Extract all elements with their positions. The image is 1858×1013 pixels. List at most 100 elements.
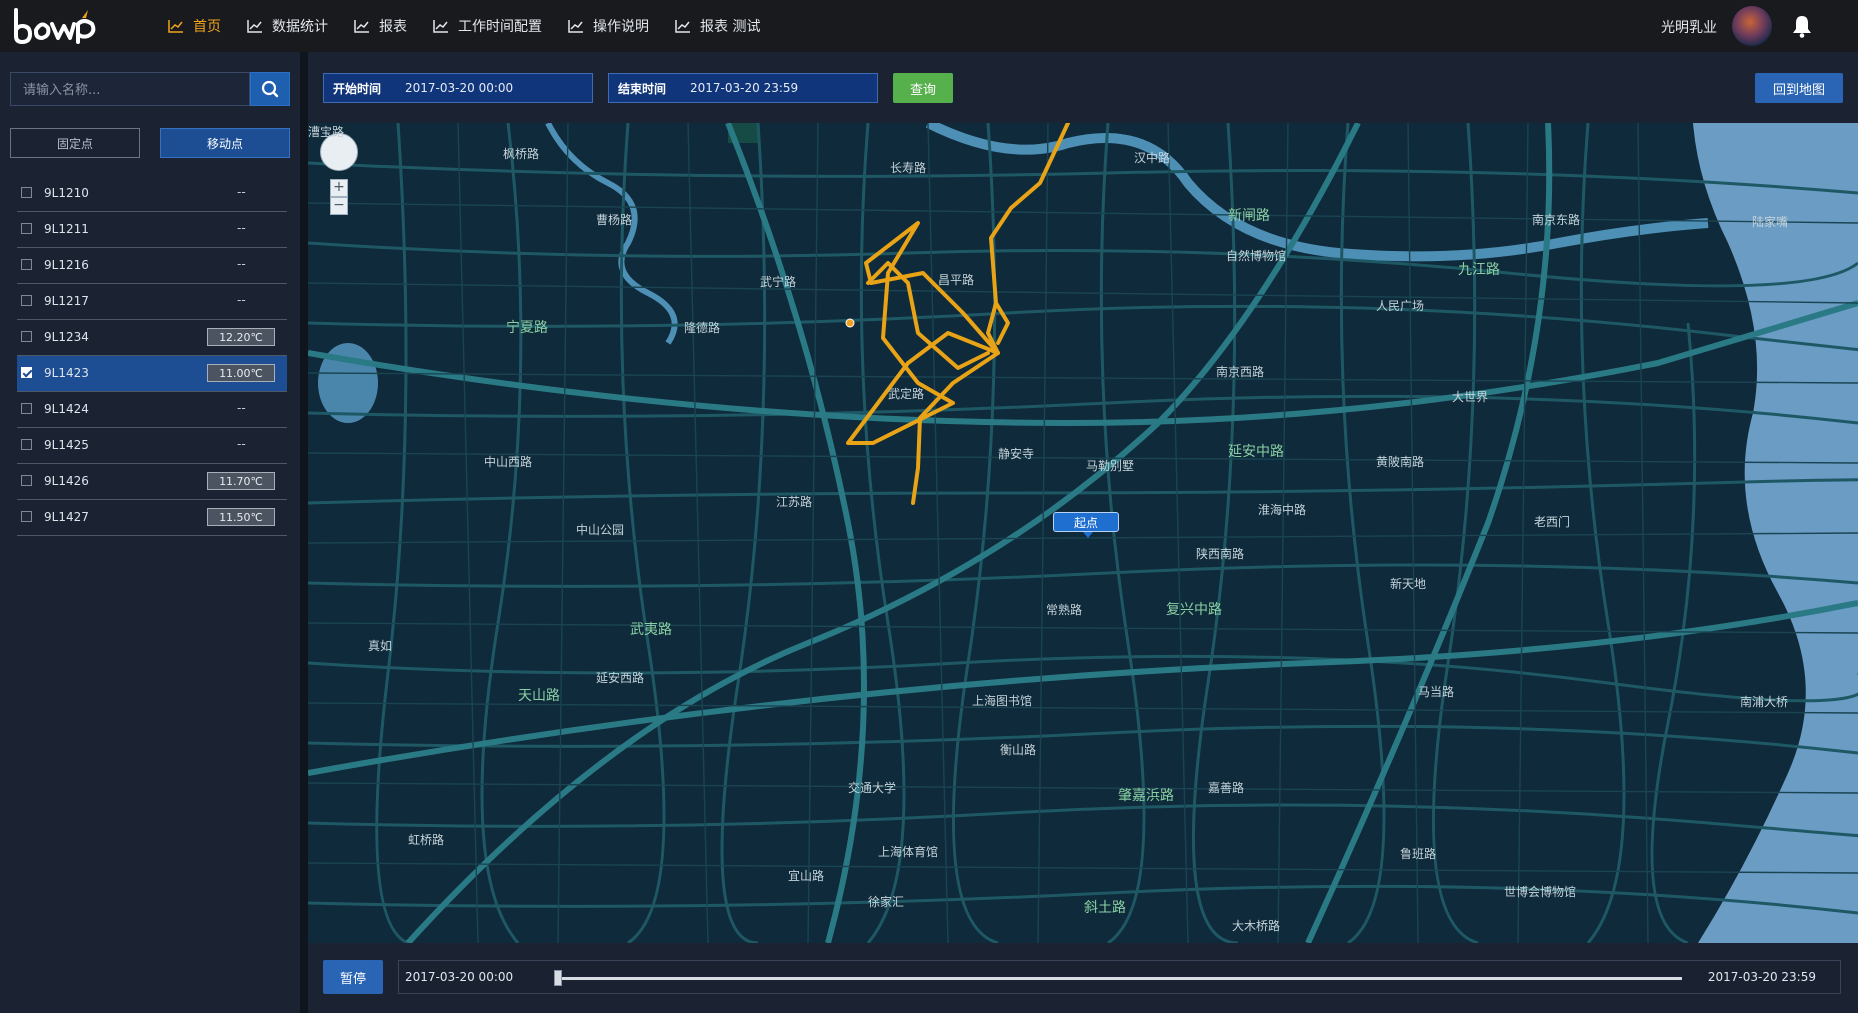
end-time-field[interactable]: 结束时间 2017-03-20 23:59 <box>608 73 878 103</box>
line-chart-icon <box>168 20 183 33</box>
timeline-end: 2017-03-20 23:59 <box>1707 970 1816 984</box>
nav-label: 首页 <box>193 19 221 35</box>
list-item[interactable]: 9L1427 11.50℃ <box>17 500 287 536</box>
map-label: 自然博物馆 <box>1226 249 1287 263</box>
map-label: 陆家嘴 <box>1752 215 1789 229</box>
query-button[interactable]: 查询 <box>893 73 953 103</box>
checkbox[interactable] <box>21 511 32 522</box>
start-time-label: 开始时间 <box>333 81 382 96</box>
checkbox-checked[interactable] <box>21 367 32 378</box>
avatar[interactable] <box>1732 6 1772 46</box>
map-label: 衡山路 <box>1000 743 1037 757</box>
top-navbar: 首页 数据统计 报表 工作时间配置 操作说明 报表 测试 光明乳业 <box>0 0 1858 52</box>
list-item[interactable]: 9L1217 -- <box>17 284 287 320</box>
item-id: 9L1210 <box>44 186 89 200</box>
map-label: 大世界 <box>1452 390 1489 404</box>
item-id: 9L1216 <box>44 258 89 272</box>
temperature-badge: 11.50℃ <box>207 508 275 526</box>
list-item[interactable]: 9L1216 -- <box>17 248 287 284</box>
list-item[interactable]: 9L1424 -- <box>17 392 287 428</box>
nav-label: 工作时间配置 <box>458 19 542 35</box>
item-id: 9L1211 <box>44 222 89 236</box>
temperature-badge: 11.70℃ <box>207 472 275 490</box>
start-time-field[interactable]: 开始时间 2017-03-20 00:00 <box>323 73 593 103</box>
list-item[interactable]: 9L1426 11.70℃ <box>17 464 287 500</box>
nav-home[interactable]: 首页 <box>168 16 221 36</box>
search-button[interactable] <box>250 72 290 106</box>
search-box <box>10 72 265 107</box>
zoom-in-button[interactable]: + <box>330 179 348 197</box>
vehicle-list: 9L1210 -- 9L1211 -- 9L1216 -- 9L1217 -- … <box>17 176 287 536</box>
map-label: 漕宝路 <box>308 125 345 139</box>
bell-icon[interactable] <box>1791 14 1813 38</box>
start-marker[interactable]: 起点 <box>1053 512 1119 538</box>
item-value: -- <box>237 257 246 271</box>
user-name[interactable]: 光明乳业 <box>1661 17 1717 37</box>
item-value: -- <box>237 185 246 199</box>
line-chart-icon <box>433 20 448 33</box>
map-label: 徐家汇 <box>868 895 905 909</box>
map-label: 淮海中路 <box>1258 503 1307 517</box>
checkbox[interactable] <box>21 223 32 234</box>
checkbox[interactable] <box>21 475 32 486</box>
tab-moving-points[interactable]: 移动点 <box>160 128 290 158</box>
map-label: 世博会博物馆 <box>1504 885 1577 899</box>
map-label: 上海图书馆 <box>972 694 1033 708</box>
nav-label: 报表 测试 <box>700 19 761 35</box>
map-label: 武定路 <box>888 387 925 401</box>
checkbox[interactable] <box>21 331 32 342</box>
list-item[interactable]: 9L1210 -- <box>17 176 287 212</box>
logo <box>14 8 96 45</box>
end-time-label: 结束时间 <box>618 81 667 96</box>
map-label: 老西门 <box>1534 515 1571 529</box>
checkbox[interactable] <box>21 403 32 414</box>
map-label: 马勒别墅 <box>1086 459 1135 473</box>
map-label: 虹桥路 <box>408 833 445 847</box>
item-id: 9L1423 <box>44 366 89 380</box>
item-value: -- <box>237 221 246 235</box>
back-to-map-button[interactable]: 回到地图 <box>1755 73 1843 103</box>
item-id: 9L1424 <box>44 402 89 416</box>
map-label: 延安西路 <box>596 671 645 685</box>
nav-report-test[interactable]: 报表 测试 <box>675 16 760 36</box>
map-label: 曹杨路 <box>596 213 633 227</box>
timeline-start: 2017-03-20 00:00 <box>405 970 514 984</box>
map-label: 南浦大桥 <box>1740 695 1789 709</box>
search-input[interactable] <box>11 73 265 107</box>
pause-button[interactable]: 暂停 <box>323 960 383 994</box>
checkbox[interactable] <box>21 259 32 270</box>
nav-instructions[interactable]: 操作说明 <box>568 16 649 36</box>
map-label: 肇嘉浜路 <box>1118 788 1174 804</box>
map-label: 南京东路 <box>1532 213 1581 227</box>
start-time-value: 2017-03-20 00:00 <box>405 81 514 95</box>
map-label: 鲁班路 <box>1400 847 1437 861</box>
map-label: 人民广场 <box>1376 299 1425 313</box>
map-label: 新天地 <box>1390 577 1427 591</box>
nav-worktime-config[interactable]: 工作时间配置 <box>433 16 542 36</box>
map-view[interactable]: + − 起点 宁夏路 武宁路 昌平路 延安中路 南京西路 人民广场 大世界 淮海… <box>308 123 1858 943</box>
item-value: -- <box>237 437 246 451</box>
map-label: 长寿路 <box>890 161 927 175</box>
map-label: 延安中路 <box>1228 444 1284 460</box>
zoom-out-button[interactable]: − <box>330 197 348 215</box>
checkbox[interactable] <box>21 187 32 198</box>
checkbox[interactable] <box>21 295 32 306</box>
list-item[interactable]: 9L1425 -- <box>17 428 287 464</box>
tab-fixed-points[interactable]: 固定点 <box>10 128 140 158</box>
list-item[interactable]: 9L1211 -- <box>17 212 287 248</box>
map-label: 江苏路 <box>776 495 813 509</box>
item-value: -- <box>237 401 246 415</box>
timeline-track[interactable] <box>555 977 1682 980</box>
map-label: 枫桥路 <box>503 147 540 161</box>
nav-statistics[interactable]: 数据统计 <box>247 16 328 36</box>
creek <box>925 123 1709 262</box>
playback-timeline: 2017-03-20 00:00 2017-03-20 23:59 <box>398 960 1841 994</box>
nav-reports[interactable]: 报表 <box>354 16 407 36</box>
map-label: 大木桥路 <box>1232 919 1281 933</box>
timeline-handle[interactable] <box>554 970 562 986</box>
map-label: 真如 <box>368 639 393 653</box>
list-item-selected[interactable]: 9L1423 11.00℃ <box>17 356 287 392</box>
temperature-badge: 11.00℃ <box>207 364 275 382</box>
list-item[interactable]: 9L1234 12.20℃ <box>17 320 287 356</box>
checkbox[interactable] <box>21 439 32 450</box>
